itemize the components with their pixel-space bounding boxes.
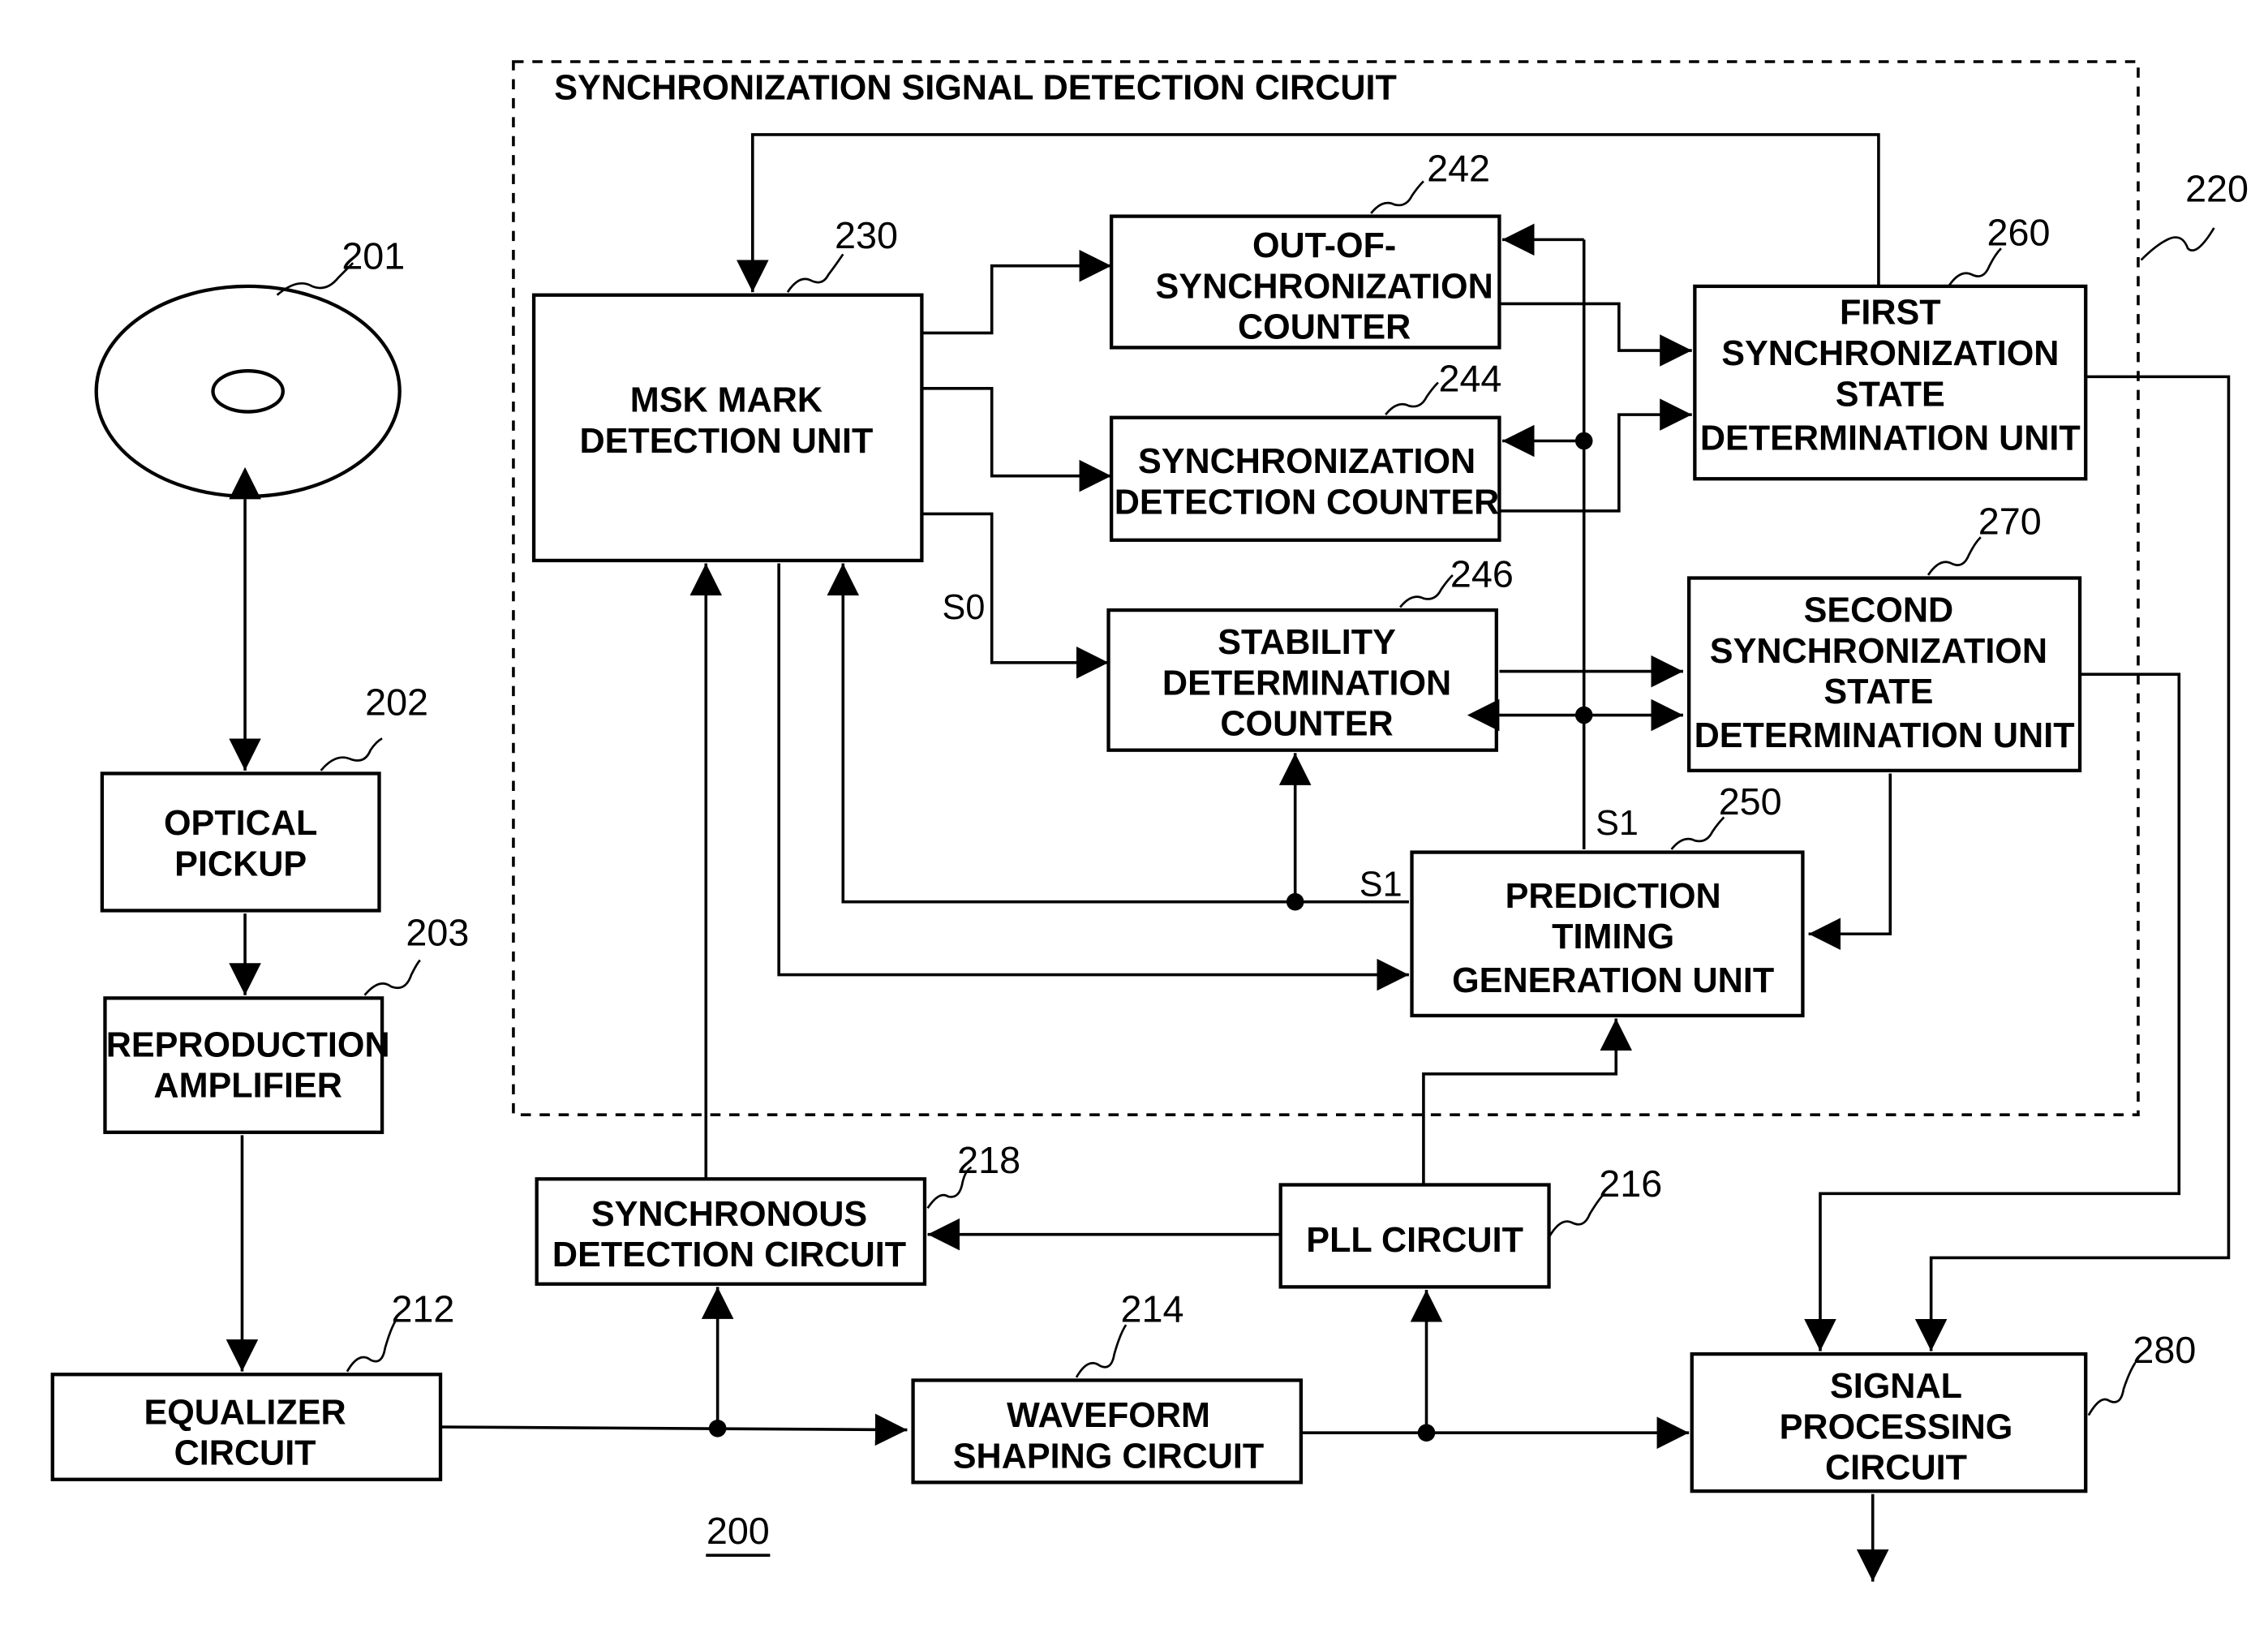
syncdet-label: SYNCHRONOUS	[591, 1195, 867, 1234]
ref-214: 214	[1120, 1288, 1183, 1330]
ref-202: 202	[365, 681, 428, 724]
junction-dot	[1574, 432, 1593, 450]
waveform-label: WAVEFORM	[1007, 1396, 1210, 1435]
sigproc-label-2: PROCESSING	[1780, 1407, 2013, 1446]
sigproc-label-3: CIRCUIT	[1825, 1449, 1967, 1488]
sdc-label-2: DETECTION COUNTER	[1115, 483, 1500, 522]
first-label: FIRST	[1840, 294, 1941, 333]
optical-pickup-label: OPTICAL	[164, 804, 317, 843]
ref-270: 270	[1978, 501, 2042, 543]
signal-s1-upper: S1	[1596, 804, 1639, 843]
pll-label: PLL CIRCUIT	[1306, 1221, 1523, 1260]
msk-label-2: DETECTION UNIT	[579, 422, 873, 461]
equalizer-label: EQUALIZER	[144, 1393, 346, 1432]
optical-disc	[94, 284, 402, 498]
signal-s1-lower: S1	[1360, 865, 1402, 904]
figure-ref: 200	[707, 1510, 770, 1552]
ref-242: 242	[1427, 147, 1490, 189]
pred-label-3: GENERATION UNIT	[1452, 961, 1774, 1000]
first-label-3: STATE	[1836, 375, 1945, 414]
signal-s0: S0	[943, 588, 986, 627]
sigproc-label: SIGNAL	[1830, 1367, 1962, 1406]
second-label-2: SYNCHRONIZATION	[1710, 632, 2047, 671]
ref-203: 203	[406, 912, 469, 954]
stab-label-3: COUNTER	[1220, 705, 1393, 744]
equalizer-label-2: CIRCUIT	[174, 1434, 316, 1473]
ref-244: 244	[1438, 357, 1501, 399]
oos-label: OUT-OF-	[1252, 226, 1396, 265]
ref-201: 201	[341, 234, 405, 277]
junction-dot	[1574, 706, 1593, 724]
oos-label-3: COUNTER	[1238, 308, 1411, 347]
oos-label-2: SYNCHRONIZATION	[1156, 267, 1493, 306]
second-label-3: STATE	[1823, 673, 1933, 711]
ref-250: 250	[1719, 780, 1782, 823]
ref-216: 216	[1599, 1162, 1662, 1205]
reproduction-amplifier-label-2: AMPLIFIER	[153, 1067, 341, 1106]
pred-label: PREDICTION	[1506, 877, 1721, 916]
reproduction-amplifier-label: REPRODUCTION	[106, 1025, 390, 1064]
optical-pickup-label-2: PICKUP	[174, 844, 307, 883]
second-label: SECOND	[1804, 591, 1954, 630]
ref-246: 246	[1450, 552, 1514, 595]
ref-220: 220	[2185, 168, 2249, 210]
stab-label: STABILITY	[1218, 623, 1396, 662]
waveform-label-2: SHAPING CIRCUIT	[953, 1437, 1264, 1476]
ref-212: 212	[391, 1288, 454, 1330]
pred-label-2: TIMING	[1552, 917, 1674, 956]
stab-label-2: DETERMINATION	[1162, 664, 1451, 703]
second-label-4: DETERMINATION UNIT	[1695, 716, 2075, 755]
ref-280: 280	[2133, 1329, 2196, 1371]
sdc-label: SYNCHRONIZATION	[1138, 442, 1475, 481]
ref-230: 230	[835, 214, 898, 256]
msk-label: MSK MARK	[630, 381, 823, 420]
syncdet-label-2: DETECTION CIRCUIT	[552, 1235, 906, 1274]
first-label-2: SYNCHRONIZATION	[1721, 334, 2059, 373]
first-label-4: DETERMINATION UNIT	[1700, 419, 2081, 458]
container-title: SYNCHRONIZATION SIGNAL DETECTION CIRCUIT	[554, 69, 1397, 108]
reproduction-amplifier-block	[103, 996, 384, 1134]
ref-260: 260	[1987, 212, 2051, 254]
block-diagram: SYNCHRONIZATION SIGNAL DETECTION CIRCUIT…	[50, 60, 2249, 1582]
ref-218: 218	[957, 1139, 1020, 1181]
